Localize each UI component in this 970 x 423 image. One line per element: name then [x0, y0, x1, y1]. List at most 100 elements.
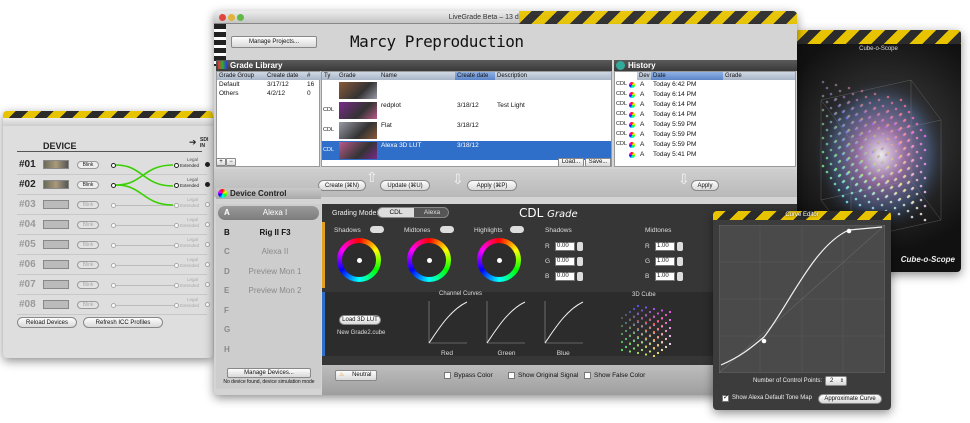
update-grade-button[interactable]: Update (⌘U) [380, 180, 430, 191]
wheel-reset-icon[interactable] [510, 226, 524, 233]
col-name[interactable]: Name [379, 72, 455, 80]
stepper-icon[interactable] [677, 272, 683, 281]
neutral-button[interactable]: ♨ Neutral [335, 370, 377, 381]
range-dot[interactable] [205, 242, 210, 247]
col-type[interactable]: Ty [322, 72, 337, 80]
extended-label: Extended [180, 163, 200, 168]
wheel-reset-icon[interactable] [370, 226, 384, 233]
stepper-icon[interactable] [677, 257, 683, 266]
col-grade-group[interactable]: Grade Group [217, 72, 265, 80]
range-dot[interactable] [205, 202, 210, 207]
apply-grade-button[interactable]: Apply (⌘P) [467, 180, 517, 191]
col-date[interactable]: Date [651, 72, 723, 80]
col-grade[interactable]: Grade [723, 72, 795, 80]
stepper-icon[interactable] [677, 242, 683, 251]
refresh-icc-button[interactable]: Refresh ICC Profiles [83, 317, 163, 328]
range-dot[interactable] [205, 182, 210, 187]
wheel-reset-icon[interactable] [440, 226, 454, 233]
device-list-item[interactable]: B Rig II F3 [218, 226, 319, 240]
approximate-curve-button[interactable]: Approximate Curve [818, 394, 882, 404]
zoom-button[interactable] [237, 14, 244, 21]
mode-cdl-tab[interactable]: CDL [378, 208, 414, 217]
mode-alexa-tab[interactable]: Alexa [414, 208, 448, 217]
channel-value-field[interactable]: 1.00 [655, 272, 675, 281]
blink-button[interactable]: Blink [77, 161, 99, 169]
create-grade-button[interactable]: Create (⌘N) [318, 180, 366, 191]
history-date[interactable]: Today 6:14 PM [653, 101, 696, 108]
control-points-select[interactable]: 2 ⇕ [825, 376, 847, 386]
wheel-handle[interactable] [427, 258, 432, 263]
device-list-item[interactable]: F [218, 304, 319, 318]
blink-button[interactable]: Blink [77, 241, 99, 249]
col-grade[interactable]: Grade [337, 72, 379, 80]
channel-value-field[interactable]: 0.00 [555, 242, 575, 251]
manage-devices-button[interactable]: Manage Devices... [227, 368, 311, 378]
history-date[interactable]: Today 6:14 PM [653, 111, 696, 118]
channel-value-field[interactable]: 1.00 [655, 242, 675, 251]
history-header: History [614, 60, 797, 71]
group-name[interactable]: Default [219, 81, 240, 88]
range-dot[interactable] [205, 162, 210, 167]
channel-curve[interactable] [428, 300, 468, 344]
channel-value-field[interactable]: 1.00 [655, 257, 675, 266]
node-dot [174, 183, 179, 188]
range-dot[interactable] [205, 262, 210, 267]
stepper-icon[interactable] [577, 257, 583, 266]
channel-value-field[interactable]: 0.00 [555, 257, 575, 266]
show-original-checkbox[interactable] [508, 372, 515, 379]
close-button[interactable] [219, 14, 226, 21]
device-list-item[interactable]: A Alexa I [218, 206, 319, 220]
curve-graph[interactable] [719, 225, 885, 373]
history-date[interactable]: Today 5:59 PM [653, 131, 696, 138]
show-tone-map-checkbox[interactable]: ✓ [722, 394, 729, 402]
range-dot[interactable] [205, 282, 210, 287]
range-dot[interactable] [205, 302, 210, 307]
curve-label: Red [441, 350, 453, 357]
load-3d-lut-button[interactable]: Load 3D LUT [339, 315, 381, 325]
blink-button[interactable]: Blink [77, 221, 99, 229]
stepper-icon[interactable] [577, 272, 583, 281]
show-false-color-checkbox[interactable] [584, 372, 591, 379]
device-list-item[interactable]: H [218, 343, 319, 357]
history-date[interactable]: Today 6:14 PM [653, 91, 696, 98]
reload-devices-button[interactable]: Reload Devices [17, 317, 77, 328]
history-date[interactable]: Today 6:42 PM [653, 81, 696, 88]
blink-button[interactable]: Blink [77, 281, 99, 289]
stepper-icon[interactable] [577, 242, 583, 251]
history-date[interactable]: Today 5:41 PM [653, 151, 696, 158]
range-dot[interactable] [205, 222, 210, 227]
manage-projects-button[interactable]: Manage Projects... [231, 36, 317, 48]
col-description[interactable]: Description [495, 72, 611, 80]
blink-button[interactable]: Blink [77, 261, 99, 269]
save-grade-button[interactable]: Save... [585, 158, 611, 166]
wheel-handle[interactable] [357, 258, 362, 263]
blink-button[interactable]: Blink [77, 301, 99, 309]
channel-curve[interactable] [544, 300, 584, 344]
device-list-item[interactable]: D Preview Mon 1 [218, 265, 319, 279]
blink-button[interactable]: Blink [77, 181, 99, 189]
minimize-button[interactable] [228, 14, 235, 21]
apply-history-button[interactable]: Apply [691, 180, 719, 191]
device-list-item[interactable]: E Preview Mon 2 [218, 284, 319, 298]
wheel-handle[interactable] [497, 258, 502, 263]
blink-button[interactable]: Blink [77, 201, 99, 209]
extended-label: Extended [180, 263, 200, 268]
curve-label: Blue [556, 350, 570, 357]
device-list-item[interactable]: G [218, 323, 319, 337]
bypass-color-checkbox[interactable] [444, 372, 451, 379]
connector-line [116, 265, 174, 266]
add-group-button[interactable]: + [216, 158, 226, 166]
group-name[interactable]: Others [219, 90, 239, 97]
history-date[interactable]: Today 5:59 PM [653, 141, 696, 148]
col-create-date[interactable]: Create date [265, 72, 305, 80]
history-date[interactable]: Today 5:59 PM [653, 121, 696, 128]
node-dot [174, 243, 179, 248]
col-count[interactable]: # [305, 72, 321, 80]
channel-value-field[interactable]: 0.00 [555, 272, 575, 281]
load-grade-button[interactable]: Load... [558, 158, 584, 166]
channel-curve[interactable] [486, 300, 526, 344]
device-list-item[interactable]: C Alexa II [218, 245, 319, 259]
col-dev[interactable]: Dev [637, 72, 651, 80]
col-create-date[interactable]: Create date [455, 72, 495, 80]
remove-group-button[interactable]: − [226, 158, 236, 166]
